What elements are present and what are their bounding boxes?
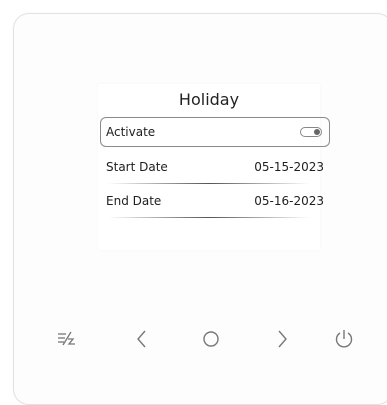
end-date-label: End Date: [106, 194, 162, 208]
divider: [108, 217, 310, 218]
toggle-knob: [314, 129, 320, 135]
chevron-right-icon: [278, 330, 287, 348]
menu-toggle-button[interactable]: [52, 324, 82, 354]
circle-icon: [203, 331, 219, 347]
start-date-row[interactable]: Start Date 05-15-2023: [101, 152, 329, 182]
power-button[interactable]: [329, 324, 359, 354]
end-date-value: 05-16-2023: [254, 194, 324, 208]
power-icon: [335, 330, 353, 348]
activate-label: Activate: [106, 125, 156, 139]
chevron-left-icon: [137, 330, 146, 348]
lines-slash-icon: [58, 331, 75, 346]
display-screen: Holiday Activate Start Date 05-15-2023 E…: [98, 84, 330, 250]
divider: [108, 183, 310, 184]
next-button[interactable]: [267, 324, 297, 354]
home-button[interactable]: [196, 324, 226, 354]
end-date-row[interactable]: End Date 05-16-2023: [101, 186, 329, 216]
start-date-value: 05-15-2023: [254, 160, 324, 174]
activate-toggle[interactable]: [300, 127, 322, 137]
activate-row[interactable]: Activate: [100, 117, 330, 147]
start-date-label: Start Date: [106, 160, 168, 174]
screen-title: Holiday: [178, 90, 240, 109]
previous-button[interactable]: [127, 324, 157, 354]
